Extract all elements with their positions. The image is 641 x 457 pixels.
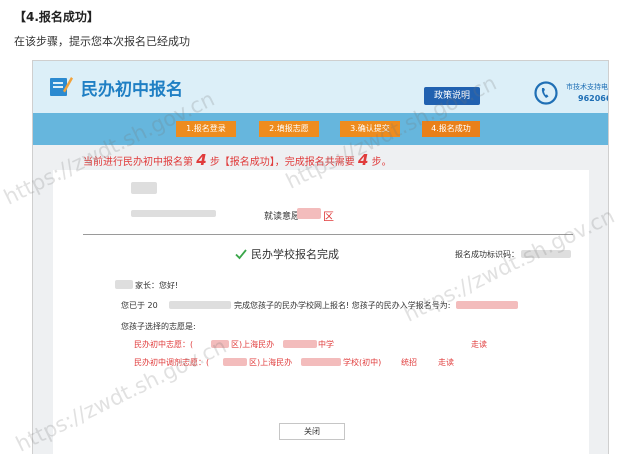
- redacted-choice1-school: [283, 340, 317, 348]
- redacted-choice2-district: [223, 358, 247, 366]
- redacted-district: [297, 208, 321, 219]
- choice2-status: 走读: [438, 358, 454, 367]
- redacted-id: [131, 210, 216, 217]
- pencil-document-icon: [50, 77, 73, 96]
- step-login: 1.报名登录: [176, 121, 236, 137]
- choice1-type: 民办初中志愿：(: [134, 340, 194, 349]
- progress-suffix: 步。: [371, 157, 392, 168]
- section-heading: 【4.报名成功】: [14, 10, 99, 24]
- close-button[interactable]: 关闭: [279, 423, 345, 440]
- redacted-name: [131, 182, 157, 194]
- phone-icon: [534, 81, 558, 105]
- step-fill: 2.填报志愿: [259, 121, 319, 137]
- check-icon: [235, 249, 247, 260]
- choice2-type: 民办初中调剂志愿：(: [134, 358, 210, 367]
- policy-button[interactable]: 政策说明: [424, 87, 480, 105]
- redacted-parent: [115, 280, 133, 289]
- step-success: 4.报名成功: [422, 121, 480, 137]
- progress-total: 4: [358, 151, 369, 169]
- intent-value: 区: [323, 210, 334, 223]
- registration-code-label: 报名成功标识码：: [455, 250, 519, 259]
- app-title: 民办初中报名: [81, 80, 183, 100]
- greeting: 家长：您好!: [135, 281, 179, 290]
- progress-step: 4: [196, 151, 207, 169]
- app-header: 民办初中报名 政策说明 市技术支持电话 962066: [33, 61, 608, 113]
- line1-start: 您已于 20: [121, 301, 158, 310]
- choice2-tag: 统招: [401, 358, 417, 367]
- result-panel: 就读意愿: 区 民办学校报名完成 报名成功标识码： 家长：您好! 您已于 20 …: [53, 170, 589, 454]
- progress-mid: 步【报名成功】，完成报名共需要: [209, 157, 355, 168]
- redacted-code: [521, 250, 571, 258]
- redacted-date: [169, 301, 231, 309]
- choice2-district: 区)上海民办: [249, 358, 293, 367]
- step-confirm: 3.确认提交: [340, 121, 400, 137]
- redacted-choice1-district: [211, 340, 229, 348]
- support-number: 962066: [578, 94, 609, 103]
- redacted-choice2-school: [301, 358, 341, 366]
- section-intro: 在该步骤，提示您本次报名已经成功: [14, 35, 190, 48]
- choices-label: 您孩子选择的志愿是:: [121, 322, 196, 331]
- choice1-school: 中学: [318, 340, 334, 349]
- choice1-status: 走读: [471, 340, 487, 349]
- progress-prefix: 当前进行民办初中报名第: [83, 157, 193, 168]
- divider: [83, 234, 573, 235]
- support-label: 市技术支持电话: [566, 83, 608, 91]
- screenshot-frame: 民办初中报名 政策说明 市技术支持电话 962066 1.报名登录 2.填报志愿…: [32, 60, 609, 454]
- progress-message: 当前进行民办初中报名第 4 步【报名成功】，完成报名共需要 4 步。: [83, 151, 392, 169]
- choice1-district: 区)上海民办: [231, 340, 275, 349]
- redacted-reg-number: [456, 301, 518, 309]
- choice2-school: 学校(初中): [343, 358, 382, 367]
- step-bar: 1.报名登录 2.填报志愿 3.确认提交 4.报名成功: [33, 113, 608, 145]
- completion-title: 民办学校报名完成: [251, 248, 339, 261]
- line1-end: 完成您孩子的民办学校网上报名! 您孩子的民办入学报名号为:: [234, 301, 451, 310]
